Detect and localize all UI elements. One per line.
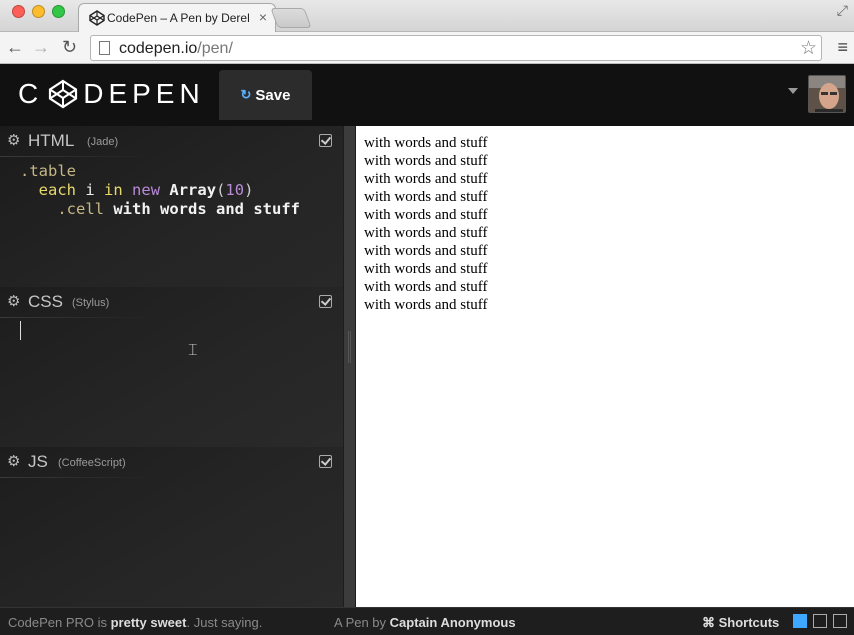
preview-cell: with words and stuff	[364, 135, 488, 151]
editors-panel: ⚙ HTML (Jade) .table each i in new Array…	[0, 126, 343, 607]
layout-left-icon[interactable]	[793, 614, 807, 628]
refresh-icon: ↻	[240, 87, 252, 102]
browser-menu-icon[interactable]: ≡	[837, 37, 848, 57]
logo-wordmark: DEPEN	[83, 78, 205, 109]
url-text[interactable]: codepen.io/pen/	[119, 40, 233, 58]
html-editor-header: ⚙ HTML (Jade)	[0, 126, 343, 156]
preview-cell: with words and stuff	[364, 189, 488, 205]
preview-cell: with words and stuff	[364, 207, 488, 223]
preview-cell: with words and stuff	[364, 261, 488, 277]
codepen-logo[interactable]: C DEPEN	[18, 78, 205, 110]
back-arrow-icon[interactable]: ←	[6, 36, 24, 58]
address-bar[interactable]: codepen.io/pen/ ☆	[90, 35, 822, 61]
window-minimize-button[interactable]	[32, 5, 45, 18]
browser-toolbar: ← → ↻ codepen.io/pen/ ☆ ≡	[0, 32, 854, 64]
gear-icon[interactable]: ⚙	[7, 133, 20, 149]
html-editor-title: HTML	[28, 131, 75, 150]
preview-pane: with words and stuff with words and stuf…	[356, 126, 854, 607]
js-editor-title: JS	[28, 452, 48, 471]
author-link[interactable]: Captain Anonymous	[390, 615, 516, 630]
preview-cell: with words and stuff	[364, 297, 488, 313]
page-icon	[99, 41, 110, 55]
preview-cell: with words and stuff	[364, 243, 488, 259]
save-button[interactable]: ↻ Save	[219, 70, 312, 120]
codepen-header: C DEPEN ↻ Save	[0, 64, 854, 126]
expand-editor-icon[interactable]	[319, 295, 332, 308]
layout-top-icon[interactable]	[813, 614, 827, 628]
window-maximize-button[interactable]	[52, 5, 65, 18]
preview-cell: with words and stuff	[364, 153, 488, 169]
html-editor: ⚙ HTML (Jade) .table each i in new Array…	[0, 126, 343, 287]
js-code-area[interactable]	[0, 478, 343, 607]
tab-close-icon[interactable]: ×	[259, 9, 267, 25]
bookmark-star-icon[interactable]: ☆	[800, 37, 817, 60]
code-line: each i in new Array(10)	[38, 181, 254, 199]
reload-icon[interactable]: ↻	[62, 36, 77, 58]
js-preprocessor-label: (CoffeeScript)	[58, 457, 126, 469]
forward-arrow-icon[interactable]: →	[32, 36, 50, 58]
css-code-area[interactable]	[0, 318, 343, 447]
avatar[interactable]	[808, 75, 846, 113]
save-label: Save	[255, 86, 291, 104]
gear-icon[interactable]: ⚙	[7, 294, 20, 310]
css-editor: ⚙ CSS (Stylus) ⌶	[0, 287, 343, 447]
header-divider	[0, 156, 155, 157]
css-editor-header: ⚙ CSS (Stylus)	[0, 287, 343, 317]
window-close-button[interactable]	[12, 5, 25, 18]
code-line: .cell with words and stuff	[57, 200, 300, 218]
css-editor-title: CSS	[28, 292, 63, 311]
preview-cell: with words and stuff	[364, 225, 488, 241]
pro-promo-link[interactable]: CodePen PRO is pretty sweet. Just saying…	[8, 615, 262, 630]
gear-icon[interactable]: ⚙	[7, 454, 20, 470]
avatar-face-icon	[809, 76, 845, 112]
footer-bar: CodePen PRO is pretty sweet. Just saying…	[0, 607, 854, 635]
js-editor: ⚙ JS (CoffeeScript)	[0, 447, 343, 607]
css-preprocessor-label: (Stylus)	[72, 297, 110, 309]
expand-editor-icon[interactable]	[319, 455, 332, 468]
codepen-favicon-icon	[89, 10, 105, 26]
codepen-cube-icon	[49, 79, 78, 109]
html-preprocessor-label: (Jade)	[87, 136, 119, 148]
js-editor-header: ⚙ JS (CoffeeScript)	[0, 447, 343, 477]
account-dropdown-caret-icon[interactable]	[788, 88, 798, 94]
layout-right-icon[interactable]	[833, 614, 847, 628]
resize-splitter[interactable]	[343, 126, 356, 607]
preview-cell: with words and stuff	[364, 279, 488, 295]
new-tab-button[interactable]	[270, 8, 312, 28]
tab-title: CodePen – A Pen by Derek	[107, 11, 249, 25]
browser-tab[interactable]: CodePen – A Pen by Derek ×	[78, 3, 276, 32]
html-code-area[interactable]: .table each i in new Array(10) .cell wit…	[20, 162, 300, 219]
expand-editor-icon[interactable]	[319, 134, 332, 147]
pen-author-credit: A Pen by Captain Anonymous	[334, 615, 516, 630]
shortcuts-button[interactable]: ⌘ Shortcuts	[702, 615, 779, 631]
browser-titlebar: CodePen – A Pen by Derek × ⤢	[0, 0, 854, 32]
splitter-grip-icon[interactable]	[348, 331, 351, 363]
code-line: .table	[20, 162, 76, 180]
preview-cell: with words and stuff	[364, 171, 488, 187]
logo-letter: C	[18, 78, 44, 109]
preview-output: with words and stuff with words and stuf…	[364, 134, 487, 314]
fullscreen-icon[interactable]: ⤢	[837, 2, 848, 19]
